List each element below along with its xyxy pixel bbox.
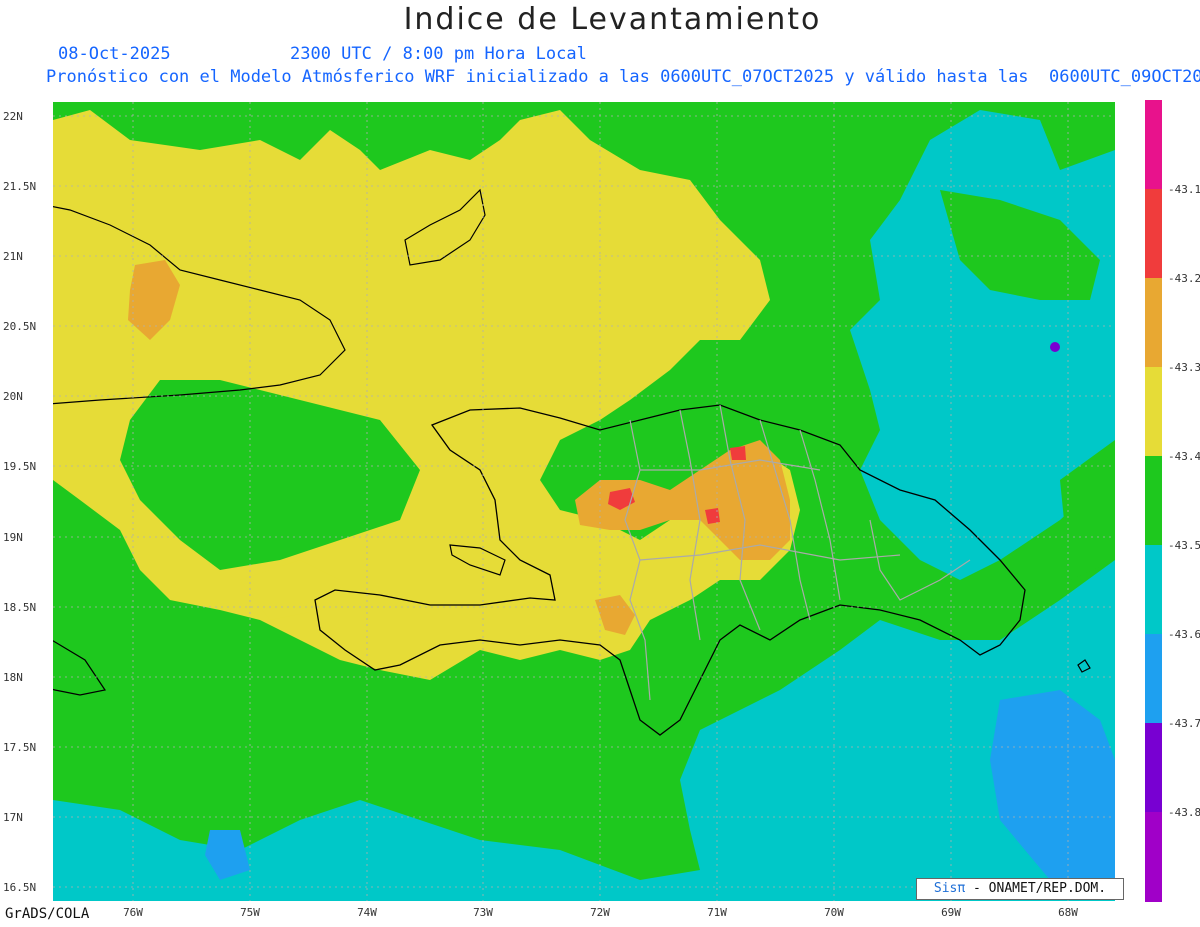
lat-label: 19N (3, 531, 23, 544)
lon-label: 72W (590, 906, 610, 919)
colorbar-swatch (1145, 634, 1162, 723)
lon-label: 69W (941, 906, 961, 919)
colorbar-label: -43.6 (1168, 628, 1200, 641)
lat-label: 18.5N (3, 601, 36, 614)
colorbar-swatch (1145, 367, 1162, 456)
colorbar-swatch (1145, 100, 1162, 189)
lat-label: 21N (3, 250, 23, 263)
lon-label: 70W (824, 906, 844, 919)
lat-label: 17N (3, 811, 23, 824)
latitude-axis: 22N 21.5N 21N 20.5N 20N 19.5N 19N 18.5N … (3, 110, 36, 894)
colorbar-swatch (1145, 456, 1162, 545)
lon-label: 68W (1058, 906, 1078, 919)
lifted-index-map: 22N 21.5N 21N 20.5N 20N 19.5N 19N 18.5N … (3, 100, 1200, 919)
lat-label: 22N (3, 110, 23, 123)
lat-label: 16.5N (3, 881, 36, 894)
colorbar-swatch (1145, 189, 1162, 278)
grads-credit: GrADS/COLA (5, 906, 90, 922)
field-purple-spot (1050, 342, 1060, 352)
logo-text: - ONAMET/REP.DOM. (973, 881, 1107, 896)
map-plot-area (53, 102, 1115, 901)
colorbar-label: -43.3 (1168, 361, 1200, 374)
logo-brand: Sisπ (933, 881, 966, 896)
colorbar-label: -43.4 (1168, 450, 1200, 463)
lat-label: 18N (3, 671, 23, 684)
lat-label: 20N (3, 390, 23, 403)
lon-label: 75W (240, 906, 260, 919)
lat-label: 20.5N (3, 320, 36, 333)
field-red-3 (730, 446, 746, 460)
lon-label: 74W (357, 906, 377, 919)
colorbar-swatch (1145, 723, 1162, 812)
colorbar-label: -43.2 (1168, 272, 1200, 285)
colorbar-swatch (1145, 278, 1162, 367)
lat-label: 19.5N (3, 460, 36, 473)
colorbar-label: -43.5 (1168, 539, 1200, 552)
lon-label: 76W (123, 906, 143, 919)
colorbar-label: -43.1 (1168, 183, 1200, 196)
lon-label: 71W (707, 906, 727, 919)
colorbar-label: -43.7 (1168, 717, 1200, 730)
onamet-logo: Sisπ - ONAMET/REP.DOM. (916, 878, 1124, 900)
colorbar-swatch (1145, 545, 1162, 634)
lat-label: 17.5N (3, 741, 36, 754)
lat-label: 21.5N (3, 180, 36, 193)
colorbar-swatch (1145, 812, 1162, 902)
colorbar: -43.1 -43.2 -43.3 -43.4 -43.5 -43.6 -43.… (1145, 100, 1200, 902)
longitude-axis: 76W 75W 74W 73W 72W 71W 70W 69W 68W (123, 906, 1078, 919)
colorbar-label: -43.8 (1168, 806, 1200, 819)
lon-label: 73W (473, 906, 493, 919)
